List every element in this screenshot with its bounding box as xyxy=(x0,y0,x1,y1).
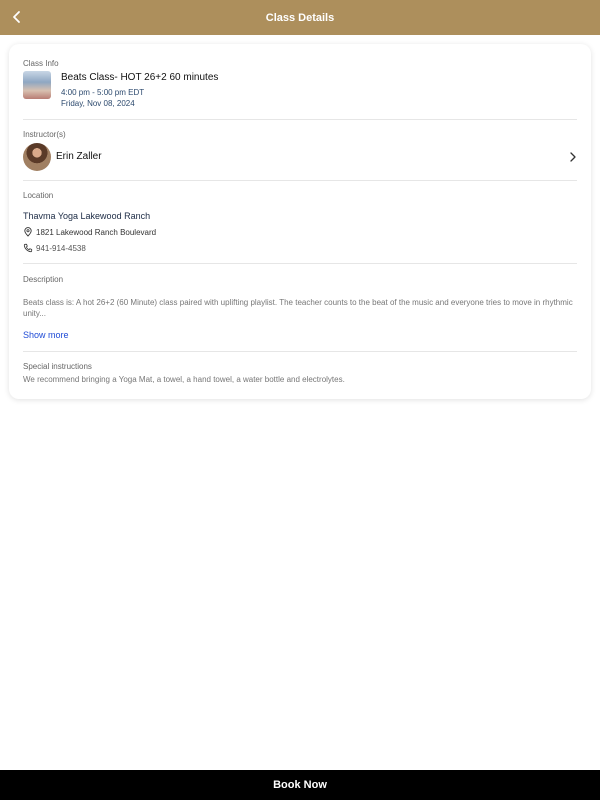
instructor-row[interactable]: Erin Zaller xyxy=(23,143,579,171)
class-details-card: Class Info Beats Class- HOT 26+2 60 minu… xyxy=(9,44,591,399)
back-button[interactable] xyxy=(6,6,28,28)
special-instructions-label: Special instructions xyxy=(23,362,92,371)
location-address-row: 1821 Lakewood Ranch Boulevard xyxy=(23,227,156,237)
location-label: Location xyxy=(23,191,54,200)
class-thumbnail xyxy=(23,71,51,99)
instructors-label: Instructor(s) xyxy=(23,130,66,139)
instructor-name: Erin Zaller xyxy=(56,151,102,162)
description-label: Description xyxy=(23,275,64,284)
location-address: 1821 Lakewood Ranch Boulevard xyxy=(36,227,157,237)
divider xyxy=(23,180,577,181)
chevron-right-icon xyxy=(570,152,576,162)
divider xyxy=(23,263,577,264)
top-bar: Class Details xyxy=(0,0,600,35)
show-more-link[interactable]: Show more xyxy=(23,330,69,340)
class-title: Beats Class- HOT 26+2 60 minutes xyxy=(61,72,219,83)
class-time: 4:00 pm - 5:00 pm EDT xyxy=(61,88,145,97)
class-date: Friday, Nov 08, 2024 xyxy=(61,99,135,108)
map-pin-icon xyxy=(23,227,33,237)
divider xyxy=(23,351,577,352)
instructor-avatar xyxy=(23,143,51,171)
description-text: Beats class is: A hot 26+2 (60 Minute) c… xyxy=(23,298,573,318)
location-name: Thavma Yoga Lakewood Ranch xyxy=(23,211,151,221)
back-chevron-icon xyxy=(13,11,20,23)
page-title: Class Details xyxy=(265,11,335,24)
book-now-button[interactable]: Book Now xyxy=(0,770,600,800)
special-instructions-text: We recommend bringing a Yoga Mat, a towe… xyxy=(23,375,345,384)
location-phone-row[interactable]: 941-914-4538 xyxy=(23,243,86,253)
phone-icon xyxy=(23,243,33,253)
class-info-label: Class Info xyxy=(23,59,59,68)
divider xyxy=(23,119,577,120)
location-phone: 941-914-4538 xyxy=(36,243,86,253)
